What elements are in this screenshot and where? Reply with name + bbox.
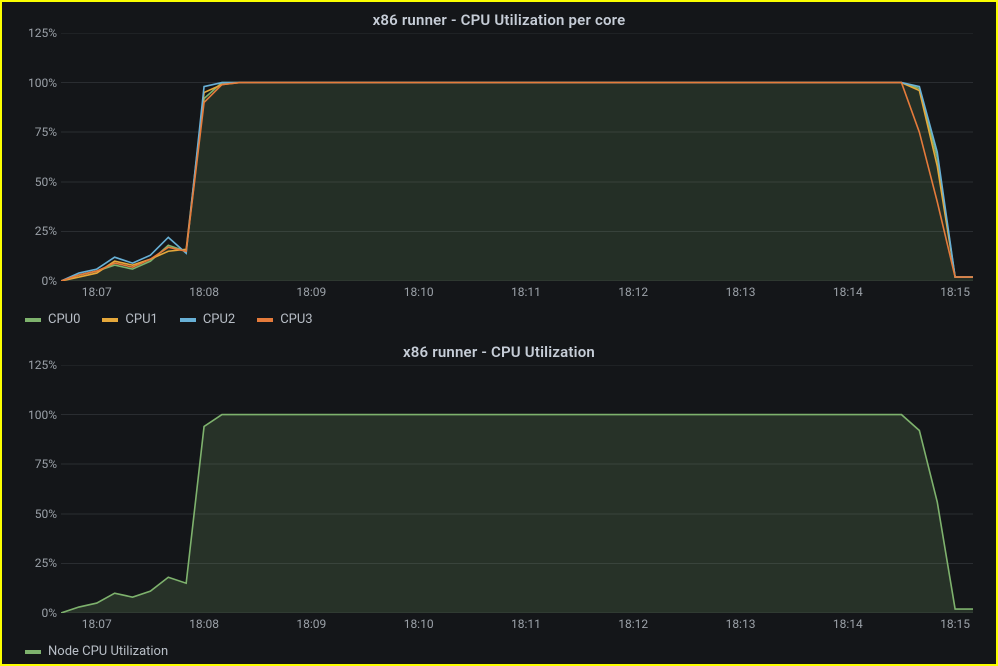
chart-svg (61, 365, 973, 613)
x-tick: 18:09 (296, 285, 326, 299)
x-tick: 18:14 (833, 285, 863, 299)
legend-swatch (102, 318, 118, 322)
legend-swatch (180, 318, 196, 322)
x-tick: 18:09 (296, 617, 326, 631)
y-tick: 125% (28, 358, 57, 372)
y-tick: 50% (35, 175, 57, 189)
legend-label: CPU0 (48, 312, 80, 327)
legend-0[interactable]: CPU0 CPU1 CPU2 CPU3 (25, 312, 313, 327)
y-tick: 100% (28, 76, 57, 90)
y-tick: 50% (35, 507, 57, 521)
plot-wrap[interactable]: 0%25%50%75%100%125%18:0718:0818:0918:101… (11, 33, 987, 303)
legend-1[interactable]: Node CPU Utilization (25, 644, 168, 659)
x-tick: 18:07 (82, 617, 112, 631)
legend-swatch (257, 318, 273, 322)
panel-title: x86 runner - CPU Utilization (3, 343, 995, 361)
plot-wrap[interactable]: 0%25%50%75%100%125%18:0718:0818:0918:101… (11, 365, 987, 635)
legend-swatch (25, 318, 41, 322)
y-tick: 25% (35, 556, 57, 570)
legend-item-node-cpu-utilization[interactable]: Node CPU Utilization (25, 644, 168, 659)
panel-title: x86 runner - CPU Utilization per core (3, 11, 995, 29)
y-tick: 0% (41, 274, 57, 288)
x-tick: 18:12 (618, 285, 648, 299)
legend-label: CPU3 (280, 312, 312, 327)
x-tick: 18:15 (940, 617, 970, 631)
legend-item-cpu1[interactable]: CPU1 (102, 312, 157, 327)
legend-label: CPU2 (203, 312, 235, 327)
x-tick: 18:08 (189, 285, 219, 299)
x-tick: 18:11 (511, 285, 541, 299)
series-area (61, 415, 973, 613)
plot-area-0 (61, 33, 973, 281)
x-tick: 18:10 (404, 285, 434, 299)
legend-item-cpu2[interactable]: CPU2 (180, 312, 235, 327)
y-tick: 125% (28, 26, 57, 40)
y-tick: 75% (35, 457, 57, 471)
x-tick: 18:10 (404, 617, 434, 631)
x-tick: 18:15 (940, 285, 970, 299)
legend-swatch (25, 650, 41, 654)
x-tick: 18:11 (511, 617, 541, 631)
y-tick: 75% (35, 125, 57, 139)
series-area (61, 83, 973, 281)
x-tick: 18:13 (726, 617, 756, 631)
y-tick: 0% (41, 606, 57, 620)
legend-item-cpu0[interactable]: CPU0 (25, 312, 80, 327)
dashboard-frame: x86 runner - CPU Utilization per core 0%… (2, 2, 996, 664)
chart-svg (61, 33, 973, 281)
panel-cpu-total: x86 runner - CPU Utilization 0% 25% 50% 75%… (2, 334, 996, 664)
y-tick: 25% (35, 224, 57, 238)
x-tick: 18:07 (82, 285, 112, 299)
panel-cpu-per-core: x86 runner - CPU Utilization per core 0%… (2, 2, 996, 332)
plot-area-1 (61, 365, 973, 613)
x-tick: 18:14 (833, 617, 863, 631)
y-tick: 100% (28, 408, 57, 422)
legend-item-cpu3[interactable]: CPU3 (257, 312, 312, 327)
x-tick: 18:13 (726, 285, 756, 299)
legend-label: Node CPU Utilization (48, 644, 168, 659)
x-tick: 18:12 (618, 617, 648, 631)
legend-label: CPU1 (125, 312, 157, 327)
x-tick: 18:08 (189, 617, 219, 631)
